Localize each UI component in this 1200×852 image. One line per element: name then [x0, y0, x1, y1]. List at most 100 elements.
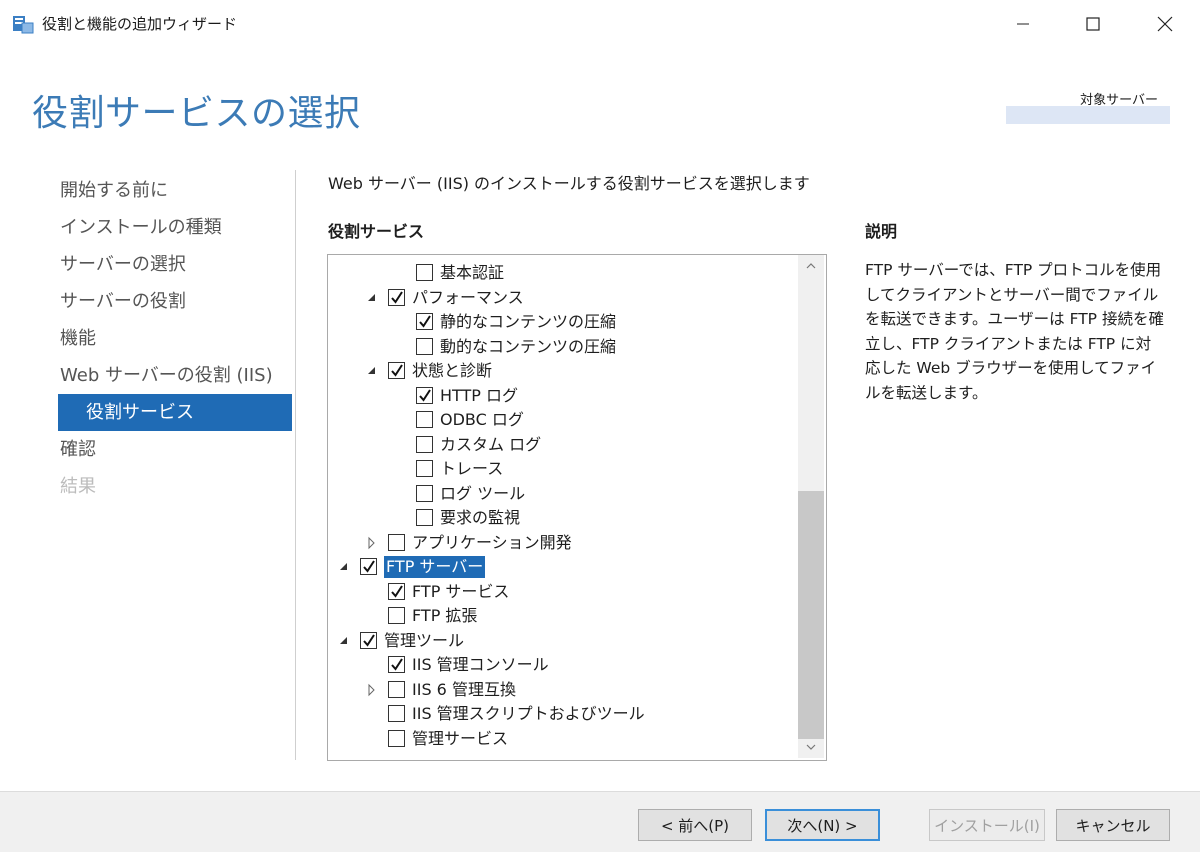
tree-item-label: アプリケーション開発	[412, 532, 572, 552]
collapsed-arrow-icon[interactable]	[366, 678, 378, 702]
next-button[interactable]: 次へ(N) >	[765, 809, 880, 841]
expanded-arrow-icon[interactable]	[338, 555, 350, 579]
collapsed-arrow-icon[interactable]	[366, 531, 378, 555]
tree-item-label: FTP サービス	[412, 581, 510, 601]
page-title: 役割サービスの選択	[32, 93, 361, 134]
nav-item[interactable]: 確認	[58, 431, 294, 468]
window-title: 役割と機能の追加ウィザード	[42, 15, 238, 33]
checkbox[interactable]	[388, 729, 405, 747]
tree-item[interactable]: IIS 6 管理互換	[328, 678, 798, 703]
tree-item[interactable]: 基本認証	[328, 261, 798, 286]
expanded-arrow-icon[interactable]	[366, 359, 378, 383]
nav-item[interactable]: サーバーの役割	[58, 283, 294, 320]
tree-item-label: FTP サーバー	[384, 556, 486, 578]
expanded-arrow-icon[interactable]	[366, 286, 378, 310]
nav-divider	[295, 170, 296, 760]
tree-item[interactable]: アプリケーション開発	[328, 531, 798, 556]
tree-item-label: ログ ツール	[440, 483, 526, 503]
scroll-thumb[interactable]	[798, 491, 824, 739]
checkbox[interactable]	[388, 680, 405, 698]
tree-item-label: IIS 管理スクリプトおよびツール	[412, 704, 645, 723]
install-button[interactable]: インストール(I)	[929, 809, 1045, 841]
tree-item[interactable]: 動的なコンテンツの圧縮	[328, 335, 798, 360]
tree-item[interactable]: カスタム ログ	[328, 433, 798, 458]
tree-item-label: 要求の監視	[440, 508, 521, 527]
checkbox[interactable]	[388, 582, 405, 600]
chevron-down-icon	[806, 744, 816, 750]
tree-item-label: IIS 管理コンソール	[412, 655, 549, 674]
title-bar: 役割と機能の追加ウィザード	[0, 0, 1200, 48]
tree-item-label: パフォーマンス	[412, 287, 524, 307]
tree-item-label: 動的なコンテンツの圧縮	[440, 336, 617, 356]
expanded-arrow-icon[interactable]	[338, 629, 350, 653]
nav-item[interactable]: 役割サービス	[58, 394, 292, 431]
checkbox[interactable]	[416, 411, 433, 428]
tree-item-label: 静的なコンテンツの圧縮	[440, 312, 617, 331]
tree-item-label: HTTP ログ	[440, 385, 519, 405]
tree-item-label: 状態と診断	[412, 361, 493, 380]
tree-item-label: FTP 拡張	[412, 606, 478, 625]
tree-item[interactable]: 要求の監視	[328, 506, 798, 531]
tree-item[interactable]: 状態と診断	[328, 359, 798, 384]
checkbox[interactable]	[360, 631, 377, 649]
checkbox[interactable]	[416, 337, 433, 355]
checkbox[interactable]	[416, 386, 433, 404]
tree-item[interactable]: パフォーマンス	[328, 286, 798, 311]
scroll-up-button[interactable]	[798, 255, 824, 277]
checkbox[interactable]	[388, 705, 405, 722]
checkbox[interactable]	[388, 362, 405, 379]
nav-item[interactable]: 機能	[58, 320, 294, 357]
server-manager-icon	[13, 16, 34, 34]
maximize-button[interactable]	[1058, 0, 1128, 48]
tree-item-label: 基本認証	[440, 263, 505, 282]
tree-item[interactable]: ログ ツール	[328, 482, 798, 507]
tree-item-label: IIS 6 管理互換	[412, 679, 516, 699]
maximize-icon	[1086, 17, 1100, 31]
description-text: FTP サーバーでは、FTP プロトコルを使用してクライアントとサーバー間でファ…	[865, 261, 1164, 402]
minimize-icon	[1017, 23, 1029, 25]
close-button[interactable]	[1130, 0, 1200, 48]
checkbox[interactable]	[360, 558, 377, 575]
nav-item[interactable]: Web サーバーの役割 (IIS)	[58, 357, 294, 394]
tree-item[interactable]: IIS 管理スクリプトおよびツール	[328, 702, 798, 727]
tree-item[interactable]: IIS 管理コンソール	[328, 653, 798, 678]
minimize-button[interactable]	[988, 0, 1058, 48]
checkbox[interactable]	[388, 656, 405, 673]
nav-item[interactable]: インストールの種類	[58, 209, 294, 246]
vertical-scrollbar[interactable]	[798, 255, 824, 758]
tree-item[interactable]: ODBC ログ	[328, 408, 798, 433]
tree-item[interactable]: トレース	[328, 457, 798, 482]
wizard-nav: 開始する前に インストールの種類 サーバーの選択 サーバーの役割 機能 Web サーバーの…	[58, 172, 294, 505]
previous-button[interactable]: < 前へ(P)	[638, 809, 752, 841]
tree-item[interactable]: 静的なコンテンツの圧縮	[328, 310, 798, 335]
role-services-tree[interactable]: 基本認証パフォーマンス静的なコンテンツの圧縮 動的なコンテンツの圧縮状態と診断 HT…	[327, 254, 827, 761]
chevron-up-icon	[806, 263, 816, 269]
checkbox[interactable]	[388, 288, 405, 306]
scroll-down-button[interactable]	[798, 736, 824, 758]
tree-item-label: 管理サービス	[412, 728, 509, 748]
nav-item[interactable]: 開始する前に	[58, 172, 294, 209]
tree-item-label: トレース	[440, 459, 504, 478]
tree-item[interactable]: FTP サービス	[328, 580, 798, 605]
role-services-label: 役割サービス	[328, 222, 425, 241]
tree-item[interactable]: 管理サービス	[328, 727, 798, 752]
checkbox[interactable]	[416, 509, 433, 526]
tree-item-label: ODBC ログ	[440, 410, 524, 429]
tree-items: 基本認証パフォーマンス静的なコンテンツの圧縮 動的なコンテンツの圧縮状態と診断 HT…	[328, 261, 798, 751]
tree-item[interactable]: 管理ツール	[328, 629, 798, 654]
checkbox[interactable]	[388, 607, 405, 624]
checkbox[interactable]	[416, 460, 433, 477]
tree-item[interactable]: FTP サーバー	[328, 555, 798, 580]
nav-item: 結果	[60, 476, 96, 497]
tree-item[interactable]: FTP 拡張	[328, 604, 798, 629]
tree-item-label: カスタム ログ	[440, 434, 542, 454]
nav-item[interactable]: サーバーの選択	[58, 246, 294, 283]
checkbox[interactable]	[416, 313, 433, 330]
checkbox[interactable]	[416, 484, 433, 502]
target-server-value	[1006, 106, 1170, 124]
checkbox[interactable]	[416, 435, 433, 453]
checkbox[interactable]	[388, 533, 405, 551]
cancel-button[interactable]: キャンセル	[1056, 809, 1170, 841]
checkbox[interactable]	[416, 264, 433, 281]
tree-item[interactable]: HTTP ログ	[328, 384, 798, 409]
